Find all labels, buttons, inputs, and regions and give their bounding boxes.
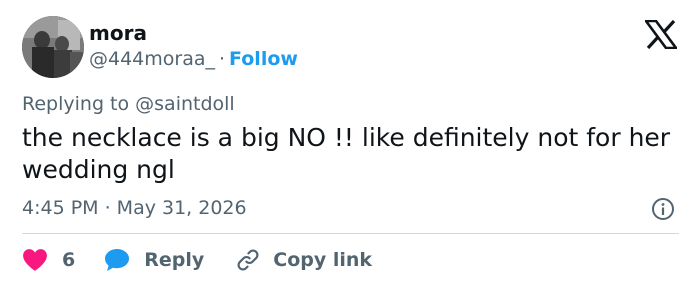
link-icon	[237, 249, 259, 271]
replying-to: Replying to @saintdoll	[22, 92, 235, 116]
speech-bubble-icon	[105, 249, 130, 271]
avatar-image	[22, 16, 84, 78]
heart-icon	[23, 249, 47, 271]
copy-link-label: Copy link	[273, 249, 373, 271]
like-button[interactable]: 6	[22, 248, 75, 272]
like-count: 6	[62, 249, 76, 271]
action-bar: 6 Reply Copy link	[22, 246, 372, 274]
separator-dot: ·	[219, 48, 226, 70]
info-icon[interactable]	[651, 197, 675, 221]
copy-link-button[interactable]: Copy link	[235, 247, 372, 273]
x-logo-icon[interactable]	[643, 19, 679, 50]
replying-prefix: Replying to	[22, 93, 136, 115]
reply-label: Reply	[144, 249, 205, 271]
reply-button[interactable]: Reply	[104, 248, 204, 272]
avatar[interactable]	[22, 16, 84, 78]
author-name[interactable]: mora	[89, 21, 147, 45]
tweet-timestamp[interactable]: 4:45 PM · May 31, 2026	[22, 196, 247, 220]
reply-mention-link[interactable]: @saintdoll	[135, 93, 235, 115]
author-handle[interactable]: @444moraa_	[89, 48, 215, 70]
divider	[22, 233, 679, 234]
tweet-text: the necklace is a big NO !! like definit…	[22, 123, 671, 184]
author-handle-row: @444moraa_ · Follow	[89, 47, 298, 71]
follow-button[interactable]: Follow	[229, 48, 298, 70]
